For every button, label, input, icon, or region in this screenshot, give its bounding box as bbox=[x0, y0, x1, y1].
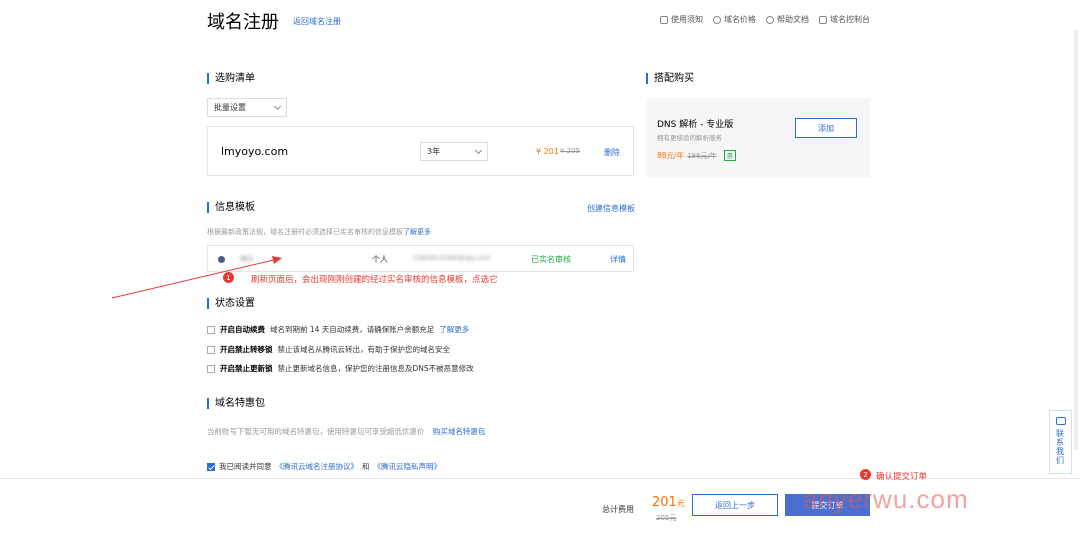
addon-price: 88元/年 bbox=[657, 151, 685, 160]
cart-item: lmyoyo.com 3年 ¥ 201 ¥ 205 删除 bbox=[207, 126, 634, 176]
transfer-lock-checkbox[interactable] bbox=[207, 345, 215, 354]
add-addon-button[interactable]: 添加 bbox=[795, 118, 857, 138]
auto-renew-row: 开启自动续费 域名到期前 14 天自动续费，请确保账户余额充足 了解更多 bbox=[207, 324, 469, 335]
buy-package-link[interactable]: 购买域名特惠包 bbox=[433, 427, 486, 436]
registration-agreement-link[interactable]: 《腾讯云域名注册协议》 bbox=[276, 461, 359, 472]
back-step-button[interactable]: 返回上一步 bbox=[692, 494, 778, 516]
period-select[interactable]: 3年 bbox=[420, 142, 488, 161]
package-desc-row: 当前账号下暂无可用的域名特惠包，使用特惠包可享受超低优惠价 购买域名特惠包 bbox=[207, 426, 485, 437]
batch-settings-select[interactable]: 批量设置 bbox=[207, 98, 287, 117]
chevron-down-icon bbox=[273, 102, 282, 110]
chat-icon bbox=[1055, 417, 1066, 425]
update-lock-row: 开启禁止更新锁 禁止更新域名信息，保护您的注册信息及DNS不被恶意修改 bbox=[207, 363, 474, 374]
item-orig-price: ¥ 205 bbox=[560, 147, 581, 155]
auto-renew-learn-more[interactable]: 了解更多 bbox=[439, 324, 469, 335]
doc-icon bbox=[660, 15, 668, 24]
agreement-prefix: 我已阅读并同意 bbox=[219, 462, 272, 471]
batch-settings-label: 批量设置 bbox=[214, 103, 246, 112]
addon-desc: 拥有更核验的解析服务 bbox=[657, 134, 722, 142]
domain-name: lmyoyo.com bbox=[221, 145, 289, 158]
total-amount: 201 bbox=[652, 495, 677, 510]
update-lock-desc: 禁止更新域名信息，保护您的注册信息及DNS不被恶意修改 bbox=[277, 364, 474, 373]
auto-renew-label: 开启自动续费 bbox=[220, 325, 265, 334]
template-heading: 信息模板 bbox=[207, 202, 255, 213]
help-icon bbox=[766, 15, 774, 24]
addon-discount-tag: 惠 bbox=[723, 150, 736, 161]
item-price: ¥ 201 bbox=[536, 147, 559, 156]
page-title: 域名注册 bbox=[207, 12, 279, 33]
total-unit: 元 bbox=[676, 499, 685, 508]
nav-domain-console[interactable]: 域名控制台 bbox=[819, 14, 870, 25]
annotation-text-1: 刷新页面后，会出现刚刚创建的经过实名审核的信息模板，点选它 bbox=[251, 275, 498, 285]
scrollbar[interactable] bbox=[1074, 30, 1078, 450]
template-notice-text: 根据最新政策法规，域名注册时必须选择已实名审核的信息模板 bbox=[207, 228, 403, 236]
nav-usage-notice[interactable]: 使用须知 bbox=[660, 14, 703, 25]
contact-us-widget[interactable]: 联系我们 bbox=[1049, 410, 1072, 474]
update-lock-checkbox[interactable] bbox=[207, 364, 215, 373]
addon-heading: 搭配购买 bbox=[646, 73, 694, 84]
package-heading: 域名特惠包 bbox=[207, 398, 265, 409]
template-notice: 根据最新政策法规，域名注册时必须选择已实名审核的信息模板了解更多 bbox=[207, 227, 431, 237]
nav-help-docs[interactable]: 帮助文档 bbox=[766, 14, 809, 25]
total-label: 总计费用 bbox=[602, 505, 634, 514]
period-value: 3年 bbox=[427, 147, 441, 156]
addon-card: DNS 解析 - 专业版 拥有更核验的解析服务 88元/年 188元/年 惠 添… bbox=[646, 98, 870, 177]
package-desc: 当前账号下暂无可用的域名特惠包，使用特惠包可享受超低优惠价 bbox=[207, 427, 425, 436]
template-detail-link[interactable]: 详情 bbox=[610, 254, 626, 265]
addon-orig-price: 188元/年 bbox=[687, 151, 717, 160]
agreement-row: 我已阅读并同意 《腾讯云域名注册协议》和《腾讯云隐私声明》 bbox=[207, 461, 441, 472]
top-nav: 使用须知 域名价格 帮助文档 域名控制台 bbox=[660, 14, 870, 25]
agreement-and: 和 bbox=[362, 462, 370, 471]
template-type: 个人 bbox=[372, 255, 388, 264]
auto-renew-desc: 域名到期前 14 天自动续费，请确保账户余额充足 bbox=[270, 325, 435, 334]
annotation-badge-1: 1 bbox=[223, 272, 234, 283]
watermark: anyerwu.com bbox=[803, 484, 969, 514]
auto-renew-checkbox[interactable] bbox=[207, 325, 215, 334]
total-orig-price: 205元 bbox=[656, 514, 677, 522]
annotation-text-2: 确认提交订单 bbox=[876, 472, 928, 482]
price-icon bbox=[713, 15, 721, 24]
grid-icon bbox=[819, 15, 827, 24]
status-heading: 状态设置 bbox=[207, 298, 255, 309]
privacy-statement-link[interactable]: 《腾讯云隐私声明》 bbox=[374, 461, 442, 472]
create-template-link[interactable]: 创建信息模板 bbox=[587, 203, 635, 214]
delete-item-link[interactable]: 删除 bbox=[604, 147, 620, 158]
transfer-lock-row: 开启禁止转移锁 禁止该域名从腾讯云转出，有助于保护您的域名安全 bbox=[207, 344, 450, 355]
contact-us-label: 联系我们 bbox=[1056, 429, 1064, 465]
addon-name: DNS 解析 - 专业版 bbox=[657, 120, 734, 130]
chevron-down-icon bbox=[474, 146, 483, 154]
addon-price-row: 88元/年 188元/年 惠 bbox=[657, 150, 736, 161]
update-lock-label: 开启禁止更新锁 bbox=[220, 364, 273, 373]
annotation-badge-2: 2 bbox=[860, 469, 871, 480]
cart-heading: 选购清单 bbox=[207, 73, 255, 84]
template-status: 已实名审核 bbox=[531, 255, 571, 264]
transfer-lock-label: 开启禁止转移锁 bbox=[220, 345, 273, 354]
transfer-lock-desc: 禁止该域名从腾讯云转出，有助于保护您的域名安全 bbox=[277, 345, 451, 354]
template-email: 2365614286@qq.com bbox=[413, 254, 491, 262]
nav-domain-price[interactable]: 域名价格 bbox=[713, 14, 756, 25]
back-to-registration-link[interactable]: 返回域名注册 bbox=[293, 16, 341, 27]
agreement-checkbox[interactable] bbox=[207, 462, 215, 471]
template-learn-more-link[interactable]: 了解更多 bbox=[403, 228, 431, 236]
total-price: 201元 bbox=[652, 495, 685, 510]
